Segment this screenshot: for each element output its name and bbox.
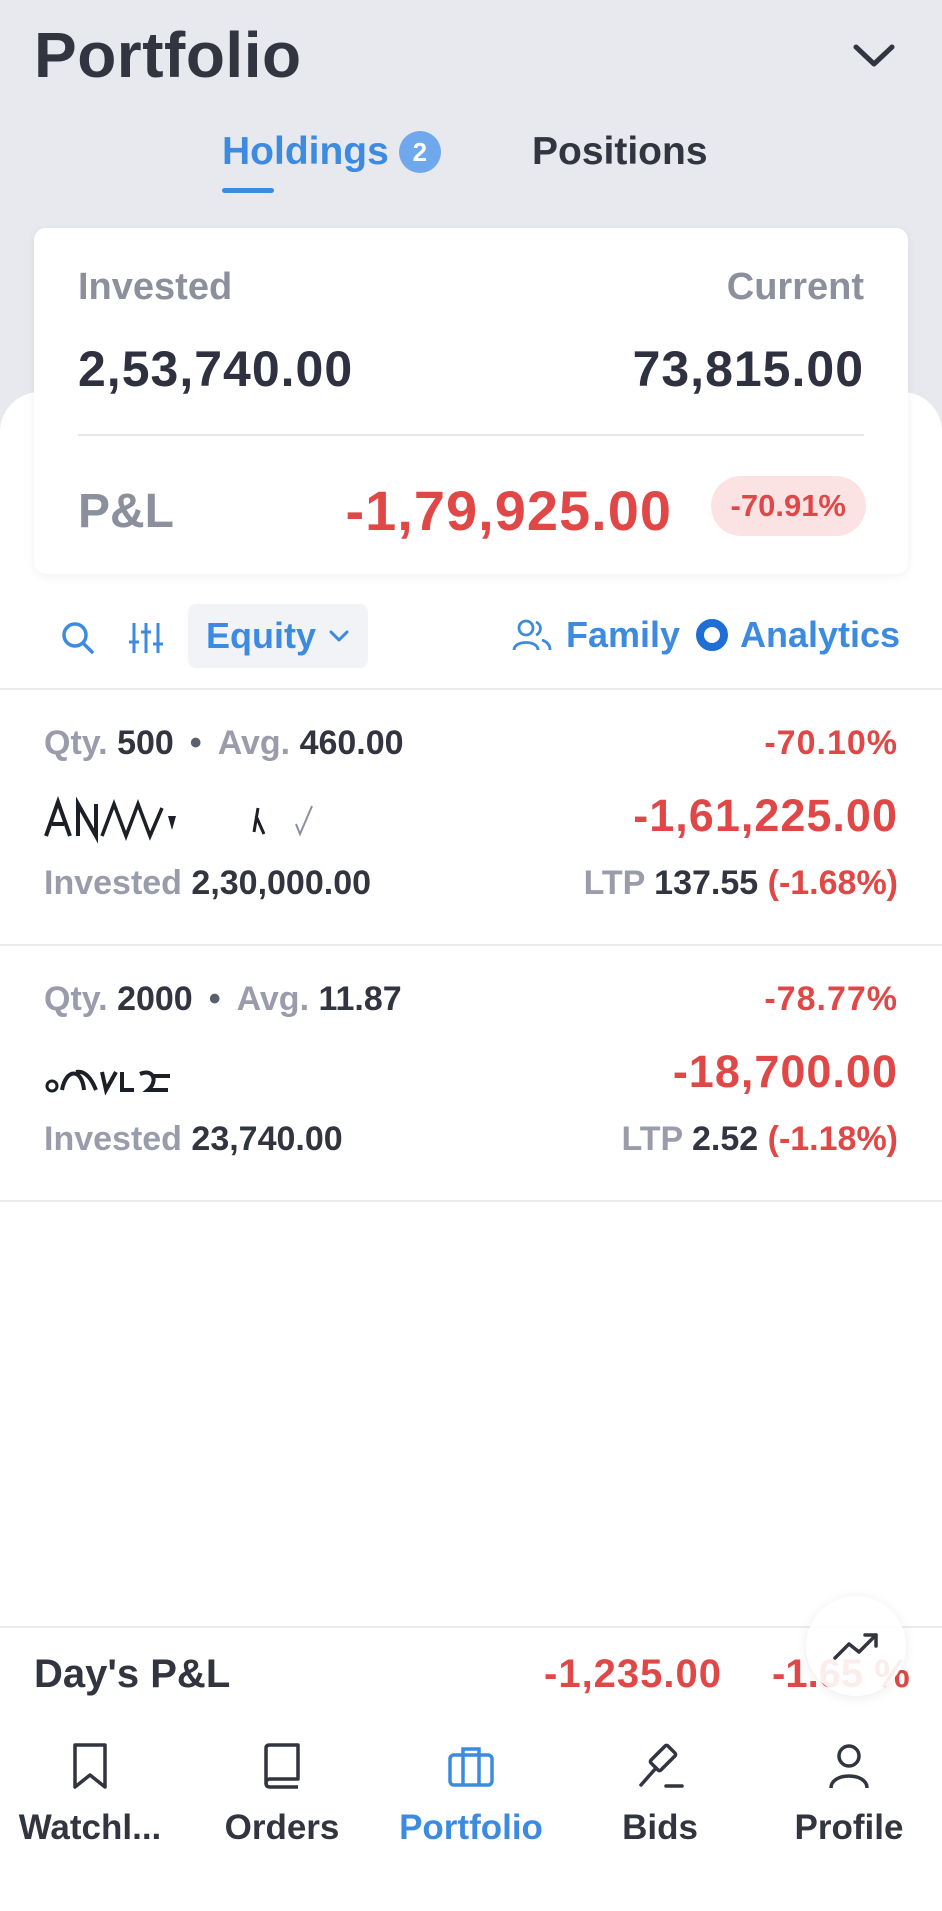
bookmark-icon [73, 1743, 107, 1789]
invested-label: Invested [78, 266, 233, 308]
nav-portfolio-label: Portfolio [399, 1808, 543, 1847]
holdings-positions-tabs: Holdings 2 Positions [0, 120, 942, 200]
trend-button[interactable] [806, 1596, 906, 1696]
nav-orders[interactable]: Orders [192, 1738, 372, 1848]
analytics-label: Analytics [740, 614, 901, 655]
holdings-count-badge: 2 [398, 131, 441, 173]
sliders-icon [129, 623, 163, 653]
pnl-value: -1,79,925.00 [345, 479, 672, 542]
nav-bids-label: Bids [622, 1808, 698, 1847]
page-title: Portfolio [34, 19, 302, 91]
holding-name-scribble [45, 1069, 170, 1096]
summary-divider [78, 434, 864, 436]
holding-pnl-percent: -70.10% [764, 724, 898, 762]
search-icon [62, 622, 94, 654]
trending-up-icon [833, 1633, 878, 1660]
nav-profile-label: Profile [794, 1808, 904, 1847]
users-icon [512, 619, 552, 651]
holding-qty-avg: Qty. 500 • Avg. 460.00 [44, 724, 404, 762]
list-divider [0, 1200, 942, 1202]
bottom-navigation: Watchl... Orders Portfolio Bids Profile [0, 1716, 942, 1911]
chevron-down-icon [329, 630, 349, 642]
day-pnl-value: -1,235.00 [544, 1652, 723, 1696]
family-label: Family [566, 614, 681, 655]
chevron-down-icon [853, 44, 895, 67]
tab-holdings-label: Holdings [222, 130, 389, 173]
nav-watchlist-label: Watchl... [18, 1808, 162, 1847]
holding-qty-avg: Qty. 2000 • Avg. 11.87 [44, 980, 402, 1018]
holding-ltp: LTP 137.55 (-1.68%) [583, 864, 898, 902]
day-pnl-bar[interactable]: Day's P&L -1,235.00 -1.65 % [0, 1626, 942, 1718]
search-button[interactable] [56, 616, 100, 660]
holding-row[interactable]: Qty. 2000 • Avg. 11.87 -78.77% -18,700.00 … [0, 946, 942, 1202]
current-label: Current [726, 266, 864, 308]
analytics-button[interactable]: Analytics [696, 614, 900, 656]
analytics-ring-icon [696, 619, 728, 651]
briefcase-icon [448, 1747, 494, 1787]
portfolio-summary-card: Invested Current 2,53,740.00 73,815.00 P… [34, 228, 908, 574]
tab-positions-label: Positions [532, 130, 708, 173]
holding-pnl-value: -18,700.00 [672, 1046, 898, 1097]
sort-filter-button[interactable] [124, 616, 168, 660]
nav-portfolio[interactable]: Portfolio [381, 1738, 561, 1848]
holding-ltp: LTP 2.52 (-1.18%) [621, 1120, 898, 1158]
holding-invested: Invested 2,30,000.00 [44, 864, 372, 902]
account-switch-button[interactable] [848, 34, 900, 78]
book-icon [264, 1743, 300, 1789]
family-button[interactable]: Family [512, 614, 680, 656]
day-pnl-label: Day's P&L [34, 1652, 231, 1696]
holding-pnl-percent: -78.77% [764, 980, 898, 1018]
holding-pnl-value: -1,61,225.00 [633, 790, 898, 841]
header: Portfolio [0, 0, 942, 110]
pnl-label: P&L [78, 485, 174, 538]
nav-bids[interactable]: Bids [570, 1738, 750, 1848]
holding-invested: Invested 23,740.00 [44, 1120, 343, 1158]
current-value: 73,815.00 [632, 341, 864, 397]
holdings-filter-bar: Equity Family Analytics [0, 604, 942, 676]
tab-holdings[interactable]: Holdings 2 [222, 130, 441, 174]
pnl-percent-badge: -70.91% [710, 476, 866, 536]
segment-dropdown[interactable]: Equity [188, 604, 369, 668]
nav-profile[interactable]: Profile [759, 1738, 939, 1848]
active-tab-indicator [222, 188, 274, 193]
tab-positions[interactable]: Positions [532, 130, 708, 174]
holding-row[interactable]: Qty. 500 • Avg. 460.00 -70.10% -1,61,225.0… [0, 690, 942, 946]
invested-value: 2,53,740.00 [78, 341, 354, 397]
nav-orders-label: Orders [224, 1808, 340, 1847]
gavel-icon [639, 1743, 684, 1788]
holding-name-scribble [44, 795, 313, 844]
nav-watchlist[interactable]: Watchl... [0, 1738, 180, 1848]
user-icon [829, 1744, 869, 1789]
segment-dropdown-label: Equity [206, 615, 317, 656]
